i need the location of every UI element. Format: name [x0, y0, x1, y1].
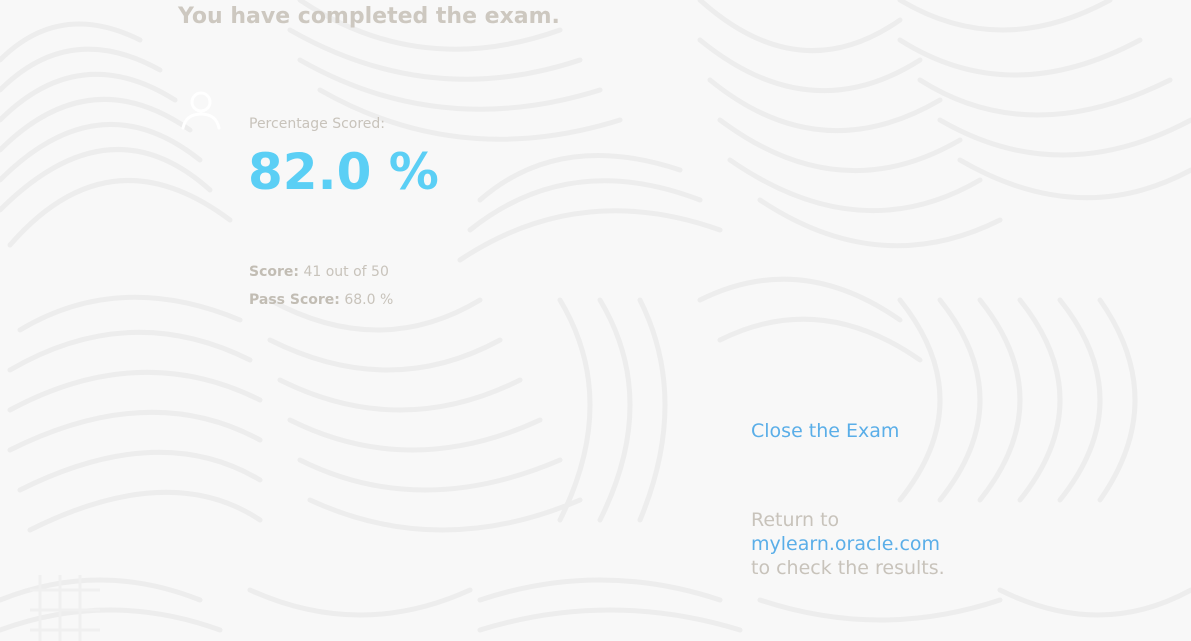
score-label: Score: — [249, 264, 299, 280]
score-value: 41 out of 50 — [303, 264, 389, 280]
return-message: Return to mylearn.oracle.com to check th… — [751, 508, 945, 580]
percentage-value: 82.0 % — [248, 143, 439, 201]
pass-score-label: Pass Score: — [249, 292, 340, 308]
return-suffix: to check the results. — [751, 557, 945, 579]
pass-score-line: Pass Score: 68.0 % — [249, 292, 393, 308]
user-icon — [180, 90, 222, 132]
percentage-label: Percentage Scored: — [249, 116, 386, 132]
exam-result-page: You have completed the exam. Percentage … — [0, 0, 1191, 641]
mylearn-link[interactable]: mylearn.oracle.com — [751, 533, 940, 555]
close-exam-link[interactable]: Close the Exam — [751, 420, 899, 442]
page-title: You have completed the exam. — [178, 4, 560, 29]
pass-score-value: 68.0 % — [344, 292, 394, 308]
score-line: Score: 41 out of 50 — [249, 264, 389, 280]
return-prefix: Return to — [751, 509, 840, 531]
